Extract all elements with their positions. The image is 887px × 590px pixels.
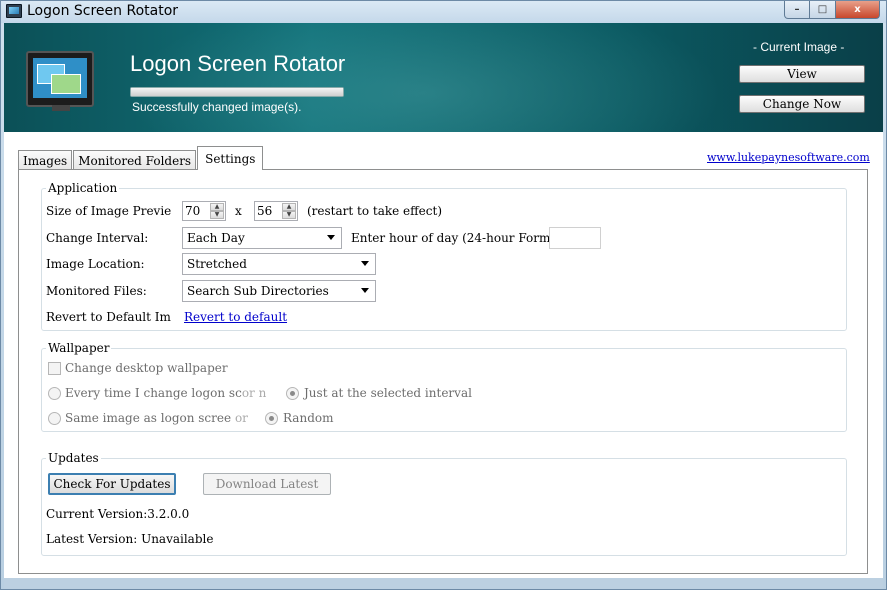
same-image-radio[interactable] [48, 412, 61, 425]
wallpaper-group: Wallpaper Change desktop wallpaper Every… [41, 341, 847, 432]
website-link[interactable]: www.lukepaynesoftware.com [707, 151, 870, 164]
hour-label: Enter hour of day (24-hour Format): [351, 231, 572, 245]
application-group: Application Size of Image Previe 70 ▲ ▼ x… [41, 181, 847, 331]
image-location-select[interactable]: Stretched [182, 253, 376, 275]
download-latest-button[interactable]: Download Latest [203, 473, 331, 495]
change-interval-label: Change Interval: [46, 231, 149, 245]
every-time-label-suffix: or n [241, 386, 267, 400]
image-location-label: Image Location: [46, 257, 145, 271]
latest-version-label: Latest Version: [46, 532, 138, 546]
preview-height-value: 56 [257, 204, 273, 218]
current-image-label: - Current Image - [753, 40, 845, 54]
revert-to-default-link[interactable]: Revert to default [184, 310, 287, 324]
revert-label: Revert to Default Im [46, 310, 171, 324]
close-button[interactable]: x [836, 1, 880, 19]
every-time-label: Every time I change logon scor n [65, 386, 266, 400]
chevron-down-icon [327, 235, 335, 240]
header-banner: Logon Screen Rotator Successfully change… [4, 23, 883, 132]
preview-size-label: Size of Image Previe [46, 204, 172, 218]
random-label: Random [283, 411, 334, 425]
latest-version-value: Unavailable [141, 532, 214, 546]
progress-bar [130, 87, 344, 97]
current-version-value: 3.2.0.0 [147, 507, 190, 521]
app-window: Logon Screen Rotator – □ x Logon Screen … [0, 0, 887, 590]
change-interval-value: Each Day [187, 231, 245, 245]
selected-interval-label: Just at the selected interval [304, 386, 472, 400]
size-separator: x [235, 204, 242, 218]
check-for-updates-button[interactable]: Check For Updates [48, 473, 176, 495]
tab-monitored-folders[interactable]: Monitored Folders [73, 150, 197, 170]
wallpaper-legend: Wallpaper [46, 341, 112, 355]
chevron-down-icon [361, 288, 369, 293]
monitored-files-select[interactable]: Search Sub Directories [182, 280, 376, 302]
preview-width-value: 70 [185, 204, 201, 218]
monitored-files-value: Search Sub Directories [187, 284, 329, 298]
maximize-button[interactable]: □ [810, 1, 836, 19]
same-image-label: Same image as logon scree or [65, 411, 248, 425]
spinner-arrows-icon[interactable]: ▲ ▼ [282, 203, 296, 219]
spinner-arrows-icon[interactable]: ▲ ▼ [210, 203, 224, 219]
banner-title: Logon Screen Rotator [130, 51, 346, 76]
window-title: Logon Screen Rotator [27, 3, 179, 19]
hour-input[interactable] [549, 227, 601, 249]
preview-width-spinner[interactable]: 70 ▲ ▼ [182, 201, 226, 221]
progress-fill [131, 88, 343, 96]
change-now-button[interactable]: Change Now [739, 95, 865, 113]
window-bottom-border [4, 578, 883, 589]
restart-note: (restart to take effect) [307, 204, 443, 218]
view-button[interactable]: View [739, 65, 865, 83]
monitor-logo-icon [26, 51, 94, 111]
settings-panel: Application Size of Image Previe 70 ▲ ▼ x… [18, 169, 868, 574]
same-image-label-text: Same image as logon scree [65, 411, 232, 425]
window-controls: – □ x [784, 1, 880, 19]
current-version: Current Version:3.2.0.0 [46, 507, 189, 521]
updates-legend: Updates [46, 451, 101, 465]
chevron-down-icon [361, 261, 369, 266]
tab-settings[interactable]: Settings [197, 146, 264, 170]
selected-interval-radio[interactable] [286, 387, 299, 400]
tab-strip: Images Monitored Folders Settings [18, 146, 264, 170]
updates-group: Updates Check For Updates Download Lates… [41, 451, 847, 556]
change-interval-select[interactable]: Each Day [182, 227, 342, 249]
tab-images[interactable]: Images [18, 150, 73, 170]
application-legend: Application [46, 181, 120, 195]
random-radio[interactable] [265, 412, 278, 425]
monitor-app-icon [6, 4, 22, 18]
monitored-files-label: Monitored Files: [46, 284, 147, 298]
latest-version: Latest Version: Unavailable [46, 532, 213, 546]
every-time-label-text: Every time I change logon sc [65, 386, 242, 400]
minimize-button[interactable]: – [784, 1, 810, 19]
preview-height-spinner[interactable]: 56 ▲ ▼ [254, 201, 298, 221]
image-location-value: Stretched [187, 257, 247, 271]
change-wallpaper-label: Change desktop wallpaper [65, 361, 228, 375]
main-content: Images Monitored Folders Settings www.lu… [4, 132, 883, 578]
current-version-label: Current Version: [46, 507, 148, 521]
same-image-label-suffix: or [234, 411, 248, 425]
change-wallpaper-checkbox[interactable] [48, 362, 61, 375]
every-time-radio[interactable] [48, 387, 61, 400]
title-bar[interactable]: Logon Screen Rotator – □ x [1, 1, 886, 23]
status-text: Successfully changed image(s). [132, 100, 302, 114]
